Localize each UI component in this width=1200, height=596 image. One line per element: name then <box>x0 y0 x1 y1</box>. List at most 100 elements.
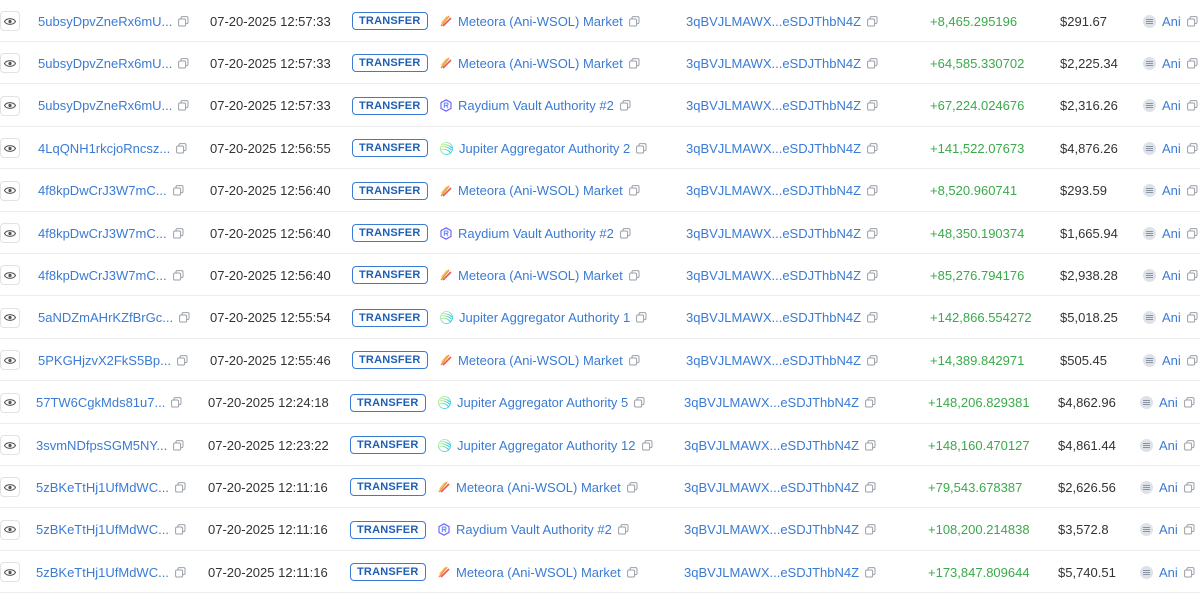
copy-icon[interactable] <box>867 57 878 69</box>
view-details-button[interactable] <box>0 466 20 508</box>
signature-link[interactable]: 5zBKeTtHj1UfMdWC... <box>36 480 169 495</box>
to-account-link[interactable]: 3qBVJLMAWX...eSDJThbN4Z <box>686 141 861 156</box>
from-account-link[interactable]: Jupiter Aggregator Authority 2 <box>459 141 630 156</box>
copy-icon[interactable] <box>175 481 186 493</box>
view-details-button[interactable] <box>0 212 20 254</box>
token-link[interactable]: Ani <box>1162 141 1181 156</box>
from-account-link[interactable]: Meteora (Ani-WSOL) Market <box>456 480 621 495</box>
token-link[interactable]: Ani <box>1162 98 1181 113</box>
view-details-button[interactable] <box>0 509 20 551</box>
copy-icon[interactable] <box>628 15 640 27</box>
copy-icon[interactable] <box>867 312 878 323</box>
copy-icon[interactable] <box>1186 100 1198 111</box>
view-details-button[interactable] <box>0 170 20 212</box>
copy-icon[interactable] <box>177 354 188 366</box>
copy-icon[interactable] <box>178 57 189 69</box>
from-account-link[interactable]: Raydium Vault Authority #2 <box>456 522 612 537</box>
copy-icon[interactable] <box>867 227 878 239</box>
view-details-button[interactable] <box>0 382 20 424</box>
copy-icon[interactable] <box>865 524 876 535</box>
copy-icon[interactable] <box>179 312 190 323</box>
copy-icon[interactable] <box>867 142 878 154</box>
view-details-button[interactable] <box>0 85 20 127</box>
copy-icon[interactable] <box>867 354 878 366</box>
copy-icon[interactable] <box>865 566 876 578</box>
copy-icon[interactable] <box>1186 57 1198 69</box>
signature-link[interactable]: 5aNDZmAHrKZfBrGc... <box>38 310 173 325</box>
token-link[interactable]: Ani <box>1159 438 1178 453</box>
to-account-link[interactable]: 3qBVJLMAWX...eSDJThbN4Z <box>684 565 859 580</box>
from-account-link[interactable]: Jupiter Aggregator Authority 12 <box>457 438 636 453</box>
to-account-link[interactable]: 3qBVJLMAWX...eSDJThbN4Z <box>686 353 861 368</box>
from-account-link[interactable]: Meteora (Ani-WSOL) Market <box>456 565 621 580</box>
copy-icon[interactable] <box>1186 269 1198 281</box>
view-details-button[interactable] <box>0 551 20 593</box>
token-link[interactable]: Ani <box>1162 268 1181 283</box>
copy-icon[interactable] <box>1183 397 1195 408</box>
copy-icon[interactable] <box>178 100 189 111</box>
from-account-link[interactable]: Meteora (Ani-WSOL) Market <box>458 14 623 29</box>
token-link[interactable]: Ani <box>1159 522 1178 537</box>
to-account-link[interactable]: 3qBVJLMAWX...eSDJThbN4Z <box>686 14 861 29</box>
copy-icon[interactable] <box>626 481 638 493</box>
to-account-link[interactable]: 3qBVJLMAWX...eSDJThbN4Z <box>686 310 861 325</box>
copy-icon[interactable] <box>636 142 647 154</box>
copy-icon[interactable] <box>867 185 878 196</box>
copy-icon[interactable] <box>641 439 653 451</box>
from-account-link[interactable]: Jupiter Aggregator Authority 5 <box>457 395 628 410</box>
view-details-button[interactable] <box>0 0 20 42</box>
from-account-link[interactable]: Jupiter Aggregator Authority 1 <box>459 310 630 325</box>
token-link[interactable]: Ani <box>1159 480 1178 495</box>
to-account-link[interactable]: 3qBVJLMAWX...eSDJThbN4Z <box>684 522 859 537</box>
copy-icon[interactable] <box>1183 566 1195 578</box>
token-link[interactable]: Ani <box>1162 183 1181 198</box>
to-account-link[interactable]: 3qBVJLMAWX...eSDJThbN4Z <box>686 268 861 283</box>
view-details-button[interactable] <box>0 254 20 296</box>
token-link[interactable]: Ani <box>1159 565 1178 580</box>
signature-link[interactable]: 5ubsyDpvZneRx6mU... <box>38 56 172 71</box>
signature-link[interactable]: 5zBKeTtHj1UfMdWC... <box>36 565 169 580</box>
token-link[interactable]: Ani <box>1162 56 1181 71</box>
signature-link[interactable]: 5ubsyDpvZneRx6mU... <box>38 98 172 113</box>
signature-link[interactable]: 5PKGHjzvX2FkS5Bp... <box>38 353 171 368</box>
to-account-link[interactable]: 3qBVJLMAWX...eSDJThbN4Z <box>686 98 861 113</box>
signature-link[interactable]: 4f8kpDwCrJ3W7mC... <box>38 268 167 283</box>
to-account-link[interactable]: 3qBVJLMAWX...eSDJThbN4Z <box>686 183 861 198</box>
copy-icon[interactable] <box>1186 227 1198 239</box>
copy-icon[interactable] <box>1183 524 1195 535</box>
view-details-button[interactable] <box>0 297 20 339</box>
copy-icon[interactable] <box>173 439 184 451</box>
copy-icon[interactable] <box>619 100 631 111</box>
from-account-link[interactable]: Meteora (Ani-WSOL) Market <box>458 353 623 368</box>
copy-icon[interactable] <box>172 227 184 239</box>
copy-icon[interactable] <box>1186 15 1198 27</box>
copy-icon[interactable] <box>171 397 182 408</box>
signature-link[interactable]: 5zBKeTtHj1UfMdWC... <box>36 522 169 537</box>
copy-icon[interactable] <box>175 524 186 535</box>
to-account-link[interactable]: 3qBVJLMAWX...eSDJThbN4Z <box>686 226 861 241</box>
copy-icon[interactable] <box>628 185 640 196</box>
copy-icon[interactable] <box>617 524 629 535</box>
copy-icon[interactable] <box>628 57 640 69</box>
copy-icon[interactable] <box>628 269 640 281</box>
copy-icon[interactable] <box>172 185 184 196</box>
copy-icon[interactable] <box>1183 481 1195 493</box>
to-account-link[interactable]: 3qBVJLMAWX...eSDJThbN4Z <box>684 438 859 453</box>
view-details-button[interactable] <box>0 127 20 169</box>
signature-link[interactable]: 5ubsyDpvZneRx6mU... <box>38 14 172 29</box>
token-link[interactable]: Ani <box>1162 353 1181 368</box>
token-link[interactable]: Ani <box>1162 226 1181 241</box>
copy-icon[interactable] <box>867 100 878 111</box>
signature-link[interactable]: 57TW6CgkMds81u7... <box>36 395 165 410</box>
copy-icon[interactable] <box>634 397 645 408</box>
copy-icon[interactable] <box>867 15 878 27</box>
copy-icon[interactable] <box>178 15 189 27</box>
view-details-button[interactable] <box>0 42 20 84</box>
from-account-link[interactable]: Meteora (Ani-WSOL) Market <box>458 56 623 71</box>
token-link[interactable]: Ani <box>1159 395 1178 410</box>
copy-icon[interactable] <box>626 566 638 578</box>
copy-icon[interactable] <box>176 142 187 154</box>
from-account-link[interactable]: Raydium Vault Authority #2 <box>458 98 614 113</box>
signature-link[interactable]: 4f8kpDwCrJ3W7mC... <box>38 226 167 241</box>
copy-icon[interactable] <box>172 269 184 281</box>
